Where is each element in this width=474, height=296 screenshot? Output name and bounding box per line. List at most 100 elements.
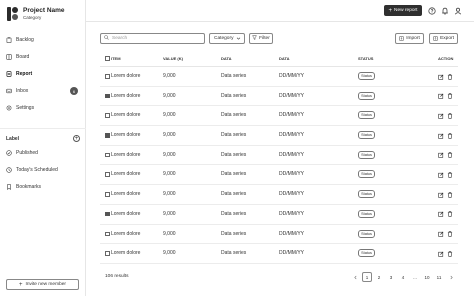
- trash-icon[interactable]: [446, 152, 453, 159]
- cell-date: DD/MM/YY: [279, 151, 304, 158]
- clipboard-icon: [6, 37, 12, 43]
- clock-icon: [6, 167, 12, 173]
- edit-icon[interactable]: [437, 132, 444, 139]
- table-row[interactable]: Lorem dolore 9,000 Data series DD/MM/YY Stat…: [100, 146, 458, 166]
- sidebar-item-board[interactable]: Board: [6, 53, 80, 61]
- cell-item: Lorem dolore: [111, 230, 141, 237]
- cell-data-series: Data series: [221, 92, 247, 99]
- row-checkbox[interactable]: [105, 93, 110, 99]
- table-row[interactable]: Lorem dolore 9,000 Data series DD/MM/YY Stat…: [100, 165, 458, 186]
- table-row[interactable]: Lorem dolore 9,000 Data series DD/MM/YY Stat…: [100, 225, 458, 245]
- cell-item: Lorem dolore: [111, 210, 141, 217]
- page-ellipsis: ...: [413, 274, 417, 280]
- table-row[interactable]: Lorem dolore 9,000 Data series DD/MM/YY Stat…: [100, 87, 458, 107]
- edit-icon[interactable]: [437, 112, 444, 119]
- edit-icon[interactable]: [437, 171, 444, 178]
- cell-date: DD/MM/YY: [279, 73, 304, 79]
- sidebar-item-report[interactable]: Report: [6, 70, 80, 78]
- trash-icon[interactable]: [446, 211, 453, 218]
- row-checkbox[interactable]: [105, 251, 110, 256]
- status-badge: Status: [358, 111, 375, 120]
- cell-value: 9,000: [163, 73, 176, 79]
- trash-icon[interactable]: [446, 112, 453, 119]
- import-icon: [399, 36, 404, 41]
- filter-button[interactable]: Filter: [249, 33, 273, 44]
- page-button[interactable]: 2: [374, 272, 384, 282]
- row-checkbox[interactable]: [105, 211, 110, 217]
- row-checkbox[interactable]: [105, 172, 110, 177]
- table-row[interactable]: Lorem dolore 9,000 Data series DD/MM/YY Stat…: [100, 106, 458, 127]
- status-badge: Status: [358, 249, 375, 258]
- results-count: 106 results: [105, 274, 129, 279]
- edit-icon[interactable]: [437, 152, 444, 159]
- new-report-button[interactable]: + New report: [384, 5, 422, 16]
- export-label: Export: [440, 36, 454, 41]
- table-row[interactable]: Lorem dolore 9,000 Data series DD/MM/YY Stat…: [100, 185, 458, 205]
- sidebar-item-label: Backlog: [16, 37, 34, 43]
- cell-data-series: Data series: [221, 132, 247, 139]
- sidebar-item-published[interactable]: Published: [6, 149, 80, 157]
- cell-data-series: Data series: [221, 250, 247, 257]
- page-button[interactable]: 10: [422, 272, 432, 282]
- trash-icon[interactable]: [446, 171, 453, 178]
- page-button[interactable]: 1: [362, 272, 372, 282]
- cell-date: DD/MM/YY: [279, 132, 304, 139]
- edit-icon[interactable]: [437, 93, 444, 100]
- board-icon: [6, 54, 12, 60]
- trash-icon[interactable]: [446, 231, 453, 238]
- status-badge: Status: [358, 170, 375, 179]
- label-section-header: Label +: [6, 135, 80, 142]
- sidebar-item-bookmarks[interactable]: Bookmarks: [6, 183, 80, 191]
- edit-icon[interactable]: [437, 231, 444, 238]
- sidebar-item-backlog[interactable]: Backlog: [6, 36, 80, 44]
- edit-icon[interactable]: [437, 73, 444, 80]
- row-checkbox[interactable]: [105, 231, 110, 236]
- row-checkbox[interactable]: [105, 192, 110, 197]
- trash-icon[interactable]: [446, 191, 453, 198]
- row-checkbox[interactable]: [105, 74, 110, 79]
- label-nav: Published Today's Scheduled Bookmarks: [6, 149, 80, 200]
- table-row[interactable]: Lorem dolore 9,000 Data series DD/MM/YY Stat…: [100, 244, 458, 264]
- check-circle-icon: [6, 150, 12, 156]
- bell-icon[interactable]: [440, 6, 449, 15]
- search-input[interactable]: Search: [100, 33, 205, 44]
- trash-icon[interactable]: [446, 93, 453, 100]
- row-checkbox[interactable]: [105, 133, 110, 138]
- sidebar-item-settings[interactable]: Settings: [6, 104, 80, 112]
- table-row[interactable]: Lorem dolore 9,000 Data series DD/MM/YY Stat…: [100, 126, 458, 146]
- cell-value: 9,000: [163, 92, 176, 99]
- report-table: ITEM VALUE (K) DATA DATA STATUS ACTION L…: [100, 51, 458, 264]
- user-icon[interactable]: [453, 6, 462, 15]
- trash-icon[interactable]: [446, 132, 453, 139]
- prev-page-icon[interactable]: [350, 272, 360, 282]
- row-checkbox[interactable]: [105, 152, 110, 158]
- cell-date: DD/MM/YY: [279, 230, 304, 237]
- row-checkbox[interactable]: [105, 113, 110, 118]
- sidebar-item-scheduled[interactable]: Today's Scheduled: [6, 166, 80, 174]
- help-icon[interactable]: [427, 6, 436, 15]
- trash-icon[interactable]: [446, 250, 453, 257]
- cell-data-series: Data series: [221, 230, 247, 237]
- add-label-icon[interactable]: +: [73, 135, 80, 142]
- cell-item: Lorem dolore: [111, 132, 141, 139]
- next-page-icon[interactable]: [446, 272, 456, 282]
- table-row[interactable]: Lorem dolore 9,000 Data series DD/MM/YY Stat…: [100, 205, 458, 225]
- export-icon: [433, 36, 438, 41]
- page-button[interactable]: 4: [398, 272, 408, 282]
- page-button[interactable]: 3: [386, 272, 396, 282]
- import-button[interactable]: Import: [395, 33, 424, 44]
- invite-member-button[interactable]: + Invite new member: [6, 279, 79, 290]
- edit-icon[interactable]: [437, 211, 444, 218]
- cell-item: Lorem dolore: [111, 250, 141, 257]
- cell-date: DD/MM/YY: [279, 210, 304, 217]
- select-all-checkbox[interactable]: [105, 56, 110, 61]
- trash-icon[interactable]: [446, 73, 453, 80]
- sidebar-item-inbox[interactable]: Inbox 6: [6, 87, 80, 95]
- category-dropdown[interactable]: Category: [209, 33, 245, 44]
- export-button[interactable]: Export: [429, 33, 458, 44]
- page-button[interactable]: 11: [434, 272, 444, 282]
- edit-icon[interactable]: [437, 250, 444, 257]
- table-row[interactable]: Lorem dolore 9,000 Data series DD/MM/YY Stat…: [100, 67, 458, 87]
- edit-icon[interactable]: [437, 191, 444, 198]
- cell-value: 9,000: [163, 210, 176, 217]
